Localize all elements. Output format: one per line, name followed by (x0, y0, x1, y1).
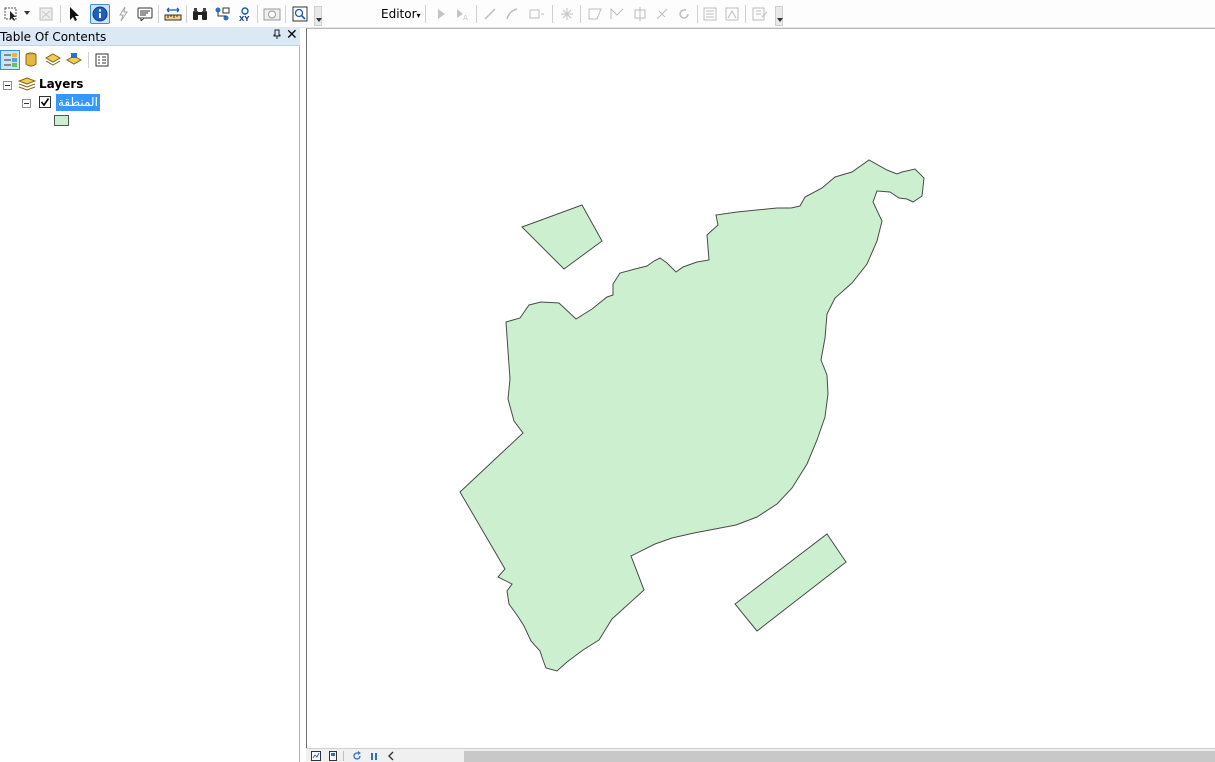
reshape-feature-icon (607, 4, 627, 24)
toc-title: Table Of Contents (0, 30, 107, 44)
select-arrow-icon[interactable] (63, 4, 83, 24)
endpoint-arc-icon (502, 4, 522, 24)
layer-visibility-checkbox[interactable] (39, 96, 51, 108)
select-elements-icon[interactable] (3, 4, 23, 24)
close-icon[interactable]: ✕ (286, 27, 298, 43)
list-by-selection-icon[interactable] (64, 50, 84, 70)
svg-text:A: A (463, 14, 468, 21)
construction-tools-icon (526, 4, 546, 24)
pause-drawing-icon[interactable] (368, 750, 380, 762)
toolbar-separator (60, 5, 61, 23)
northwest-parcel[interactable] (521, 204, 603, 270)
toolbar-separator (580, 5, 581, 23)
create-features-icon (750, 4, 770, 24)
attributes-icon (700, 4, 720, 24)
options-icon[interactable] (92, 50, 112, 70)
disabled-tool-icon (36, 4, 56, 24)
sketch-properties-icon (722, 4, 742, 24)
html-popup-icon[interactable] (135, 4, 155, 24)
measure-icon[interactable] (163, 4, 183, 24)
chevron-down-icon: ▾ (416, 11, 421, 20)
table-of-contents-panel: Table Of Contents ✕ Layers المنطقة (0, 27, 300, 762)
toolbar-options-grip[interactable] (775, 6, 783, 26)
toolbar-separator (158, 5, 159, 23)
split-tool-icon (652, 4, 672, 24)
view-status-bar (306, 748, 1215, 762)
collapse-layer-icon[interactable] (22, 99, 31, 108)
list-by-source-icon[interactable] (21, 50, 41, 70)
svg-text:XY: XY (239, 15, 250, 22)
toolbar-separator (186, 5, 187, 23)
toolbar-separator (88, 52, 89, 68)
toc-toolbar (0, 48, 300, 72)
toolbar-separator (745, 5, 746, 23)
collapse-layers-icon[interactable] (3, 81, 12, 90)
time-slider-icon[interactable] (262, 4, 282, 24)
main-toolbar: XY Editor▾ A (0, 0, 1215, 28)
rotate-icon (674, 4, 694, 24)
toolbar-separator (343, 751, 344, 761)
southeast-parcel[interactable] (734, 533, 847, 632)
layout-view-icon[interactable] (327, 750, 339, 762)
find-icon[interactable] (190, 4, 210, 24)
list-by-visibility-icon[interactable] (43, 50, 63, 70)
editor-menu-label: Editor (381, 7, 417, 21)
edit-tool-icon (431, 4, 451, 24)
snapping-icon (557, 4, 577, 24)
toolbar-separator (552, 5, 553, 23)
horizontal-scrollbar[interactable] (464, 751, 1215, 762)
create-viewer-icon[interactable] (290, 4, 310, 24)
toolbar-separator (697, 5, 698, 23)
data-view-icon[interactable] (310, 750, 322, 762)
go-to-xy-icon[interactable]: XY (235, 4, 255, 24)
refresh-icon[interactable] (351, 750, 363, 762)
cut-polygons-icon (630, 4, 650, 24)
toolbar-separator (257, 5, 258, 23)
edit-vertices-icon (585, 4, 605, 24)
edit-annotation-icon: A (452, 4, 472, 24)
list-by-drawing-order-icon[interactable] (0, 50, 20, 70)
toolbar-separator (476, 5, 477, 23)
dropdown-caret-icon[interactable] (24, 11, 30, 15)
identify-icon[interactable] (90, 4, 110, 24)
toc-header: Table Of Contents ✕ (0, 27, 300, 46)
scroll-left-icon[interactable] (385, 750, 397, 762)
find-route-icon[interactable] (212, 4, 232, 24)
layer-symbol-swatch[interactable] (54, 115, 69, 126)
layers-icon (17, 77, 37, 94)
toolbar-separator (285, 5, 286, 23)
toolbar-separator (425, 5, 426, 23)
layer-name[interactable]: المنطقة (56, 94, 100, 111)
hyperlink-icon[interactable] (113, 4, 133, 24)
pin-icon[interactable] (272, 29, 282, 43)
data-frame-label[interactable]: Layers (39, 77, 83, 91)
editor-menu[interactable]: Editor▾ (378, 5, 424, 23)
straight-segment-icon (480, 4, 500, 24)
map-view[interactable] (306, 28, 1215, 748)
toolbar-options-grip[interactable] (314, 6, 322, 26)
main-region[interactable] (459, 159, 925, 672)
